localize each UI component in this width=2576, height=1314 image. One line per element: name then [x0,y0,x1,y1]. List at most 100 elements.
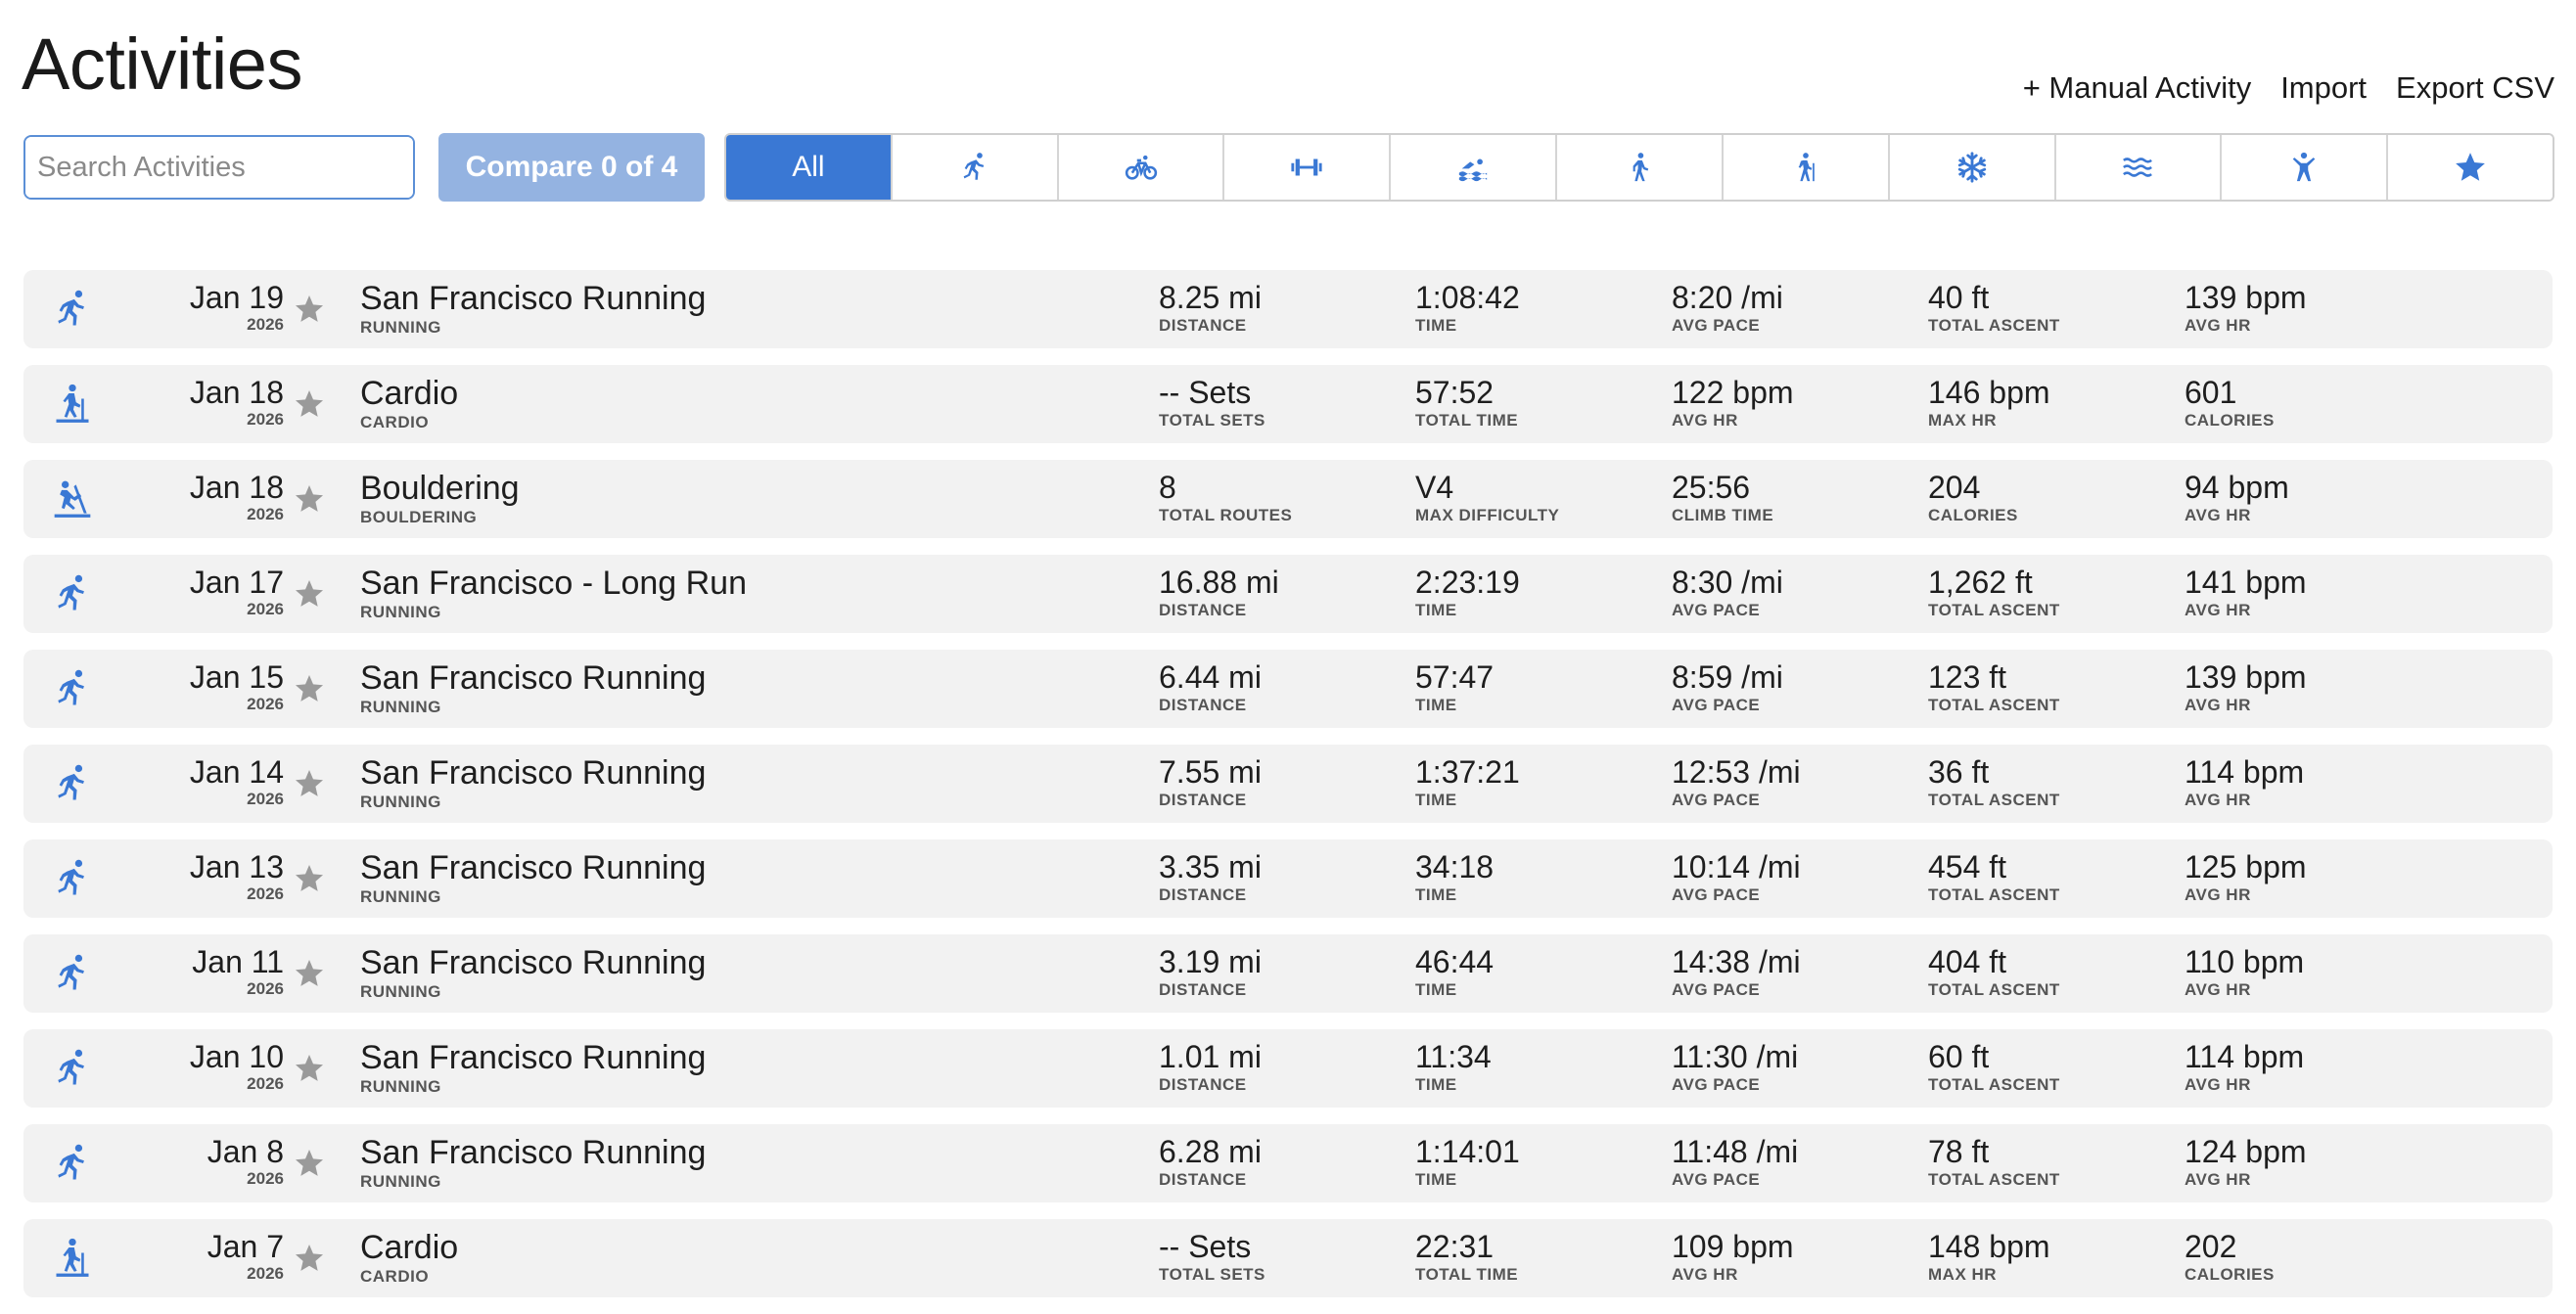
activity-date: Jan 8 2026 [141,1134,284,1189]
activity-title-link[interactable]: San Francisco Running [360,849,706,886]
activity-title-link[interactable]: Bouldering [360,470,520,507]
metric-value: 7.55 mi [1159,754,1262,790]
filter-tab-walking[interactable] [1555,135,1722,200]
activity-row[interactable]: Jan 15 2026 San Francisco Running RUNNIN… [23,650,2553,728]
activity-title-link[interactable]: San Francisco Running [360,280,706,317]
activity-metric: 124 bpm AVG HR [2185,1134,2307,1191]
activity-metric: 11:34 TIME [1415,1039,1492,1096]
activity-row[interactable]: Jan 10 2026 San Francisco Running RUNNIN… [23,1029,2553,1108]
metric-value: 404 ft [1928,944,2007,979]
activity-title-link[interactable]: San Francisco Running [360,1039,706,1076]
activity-name: San Francisco Running RUNNING [360,754,706,813]
import-link[interactable]: Import [2280,70,2367,106]
metric-label: AVG HR [2185,791,2251,809]
favorite-star-icon[interactable] [294,768,325,799]
metric-label: TOTAL ASCENT [1928,980,2060,999]
metric-value: 36 ft [1928,754,1990,790]
activity-row[interactable]: Jan 17 2026 San Francisco - Long Run RUN… [23,555,2553,633]
filter-tab-swimming[interactable] [1389,135,1556,200]
favorite-star-icon[interactable] [294,673,325,704]
cardio-icon [51,383,94,426]
metric-label: TOTAL ASCENT [1928,1075,2060,1094]
activity-row[interactable]: Jan 18 2026 Bouldering BOULDERING 8 TOTAL… [23,460,2553,538]
activity-date: Jan 19 2026 [141,280,284,335]
activity-title-link[interactable]: San Francisco - Long Run [360,565,747,602]
activity-type-label: RUNNING [360,887,441,906]
metric-value: 3.35 mi [1159,849,1262,884]
activity-name: San Francisco Running RUNNING [360,849,706,908]
activity-metric: 146 bpm MAX HR [1928,375,2050,431]
metric-label: MAX HR [1928,411,1998,430]
favorite-star-icon[interactable] [294,294,325,325]
favorite-star-icon[interactable] [294,958,325,989]
running-icon [51,288,94,331]
manual-activity-link[interactable]: + Manual Activity [2023,70,2251,106]
activity-row[interactable]: Jan 18 2026 Cardio CARDIO -- Sets TOTAL S… [23,365,2553,443]
activity-title-link[interactable]: San Francisco Running [360,944,706,981]
activity-name: San Francisco - Long Run RUNNING [360,565,747,623]
activity-date-year: 2026 [247,790,284,808]
activity-date-day: Jan 14 [189,754,284,790]
activity-title-link[interactable]: Cardio [360,1229,458,1266]
metric-label: AVG PACE [1672,1075,1761,1094]
filter-tab-all[interactable]: All [726,135,891,200]
activity-title-link[interactable]: San Francisco Running [360,1134,706,1171]
favorite-star-icon[interactable] [294,578,325,610]
activity-row[interactable]: Jan 14 2026 San Francisco Running RUNNIN… [23,745,2553,823]
activity-date-day: Jan 13 [189,849,284,884]
search-input[interactable] [25,137,413,198]
walking-icon [1633,153,1649,182]
activity-row[interactable]: Jan 19 2026 San Francisco Running RUNNIN… [23,270,2553,348]
metric-value: 146 bpm [1928,375,2050,410]
filter-tab-cycling[interactable] [1056,135,1223,200]
metric-value: 11:30 /mi [1672,1039,1799,1074]
favorite-star-icon[interactable] [294,1053,325,1084]
metric-label: TIME [1415,791,1457,809]
activity-metric: 10:14 /mi AVG PACE [1672,849,1801,906]
favorite-star-icon[interactable] [294,1243,325,1274]
activity-metric: 141 bpm AVG HR [2185,565,2307,621]
metric-value: 25:56 [1672,470,1751,505]
activity-date: Jan 7 2026 [141,1229,284,1284]
filter-tab-other[interactable] [2220,135,2387,200]
activity-row[interactable]: Jan 7 2026 Cardio CARDIO -- Sets TOTAL SE… [23,1219,2553,1297]
activity-date: Jan 17 2026 [141,565,284,619]
activity-metric: 1,262 ft TOTAL ASCENT [1928,565,2060,621]
activity-row[interactable]: Jan 8 2026 San Francisco Running RUNNING… [23,1124,2553,1202]
activity-title-link[interactable]: Cardio [360,375,458,412]
activity-metric: 6.44 mi DISTANCE [1159,659,1262,716]
export-csv-link[interactable]: Export CSV [2396,70,2554,106]
favorite-star-icon[interactable] [294,483,325,515]
favorite-star-icon[interactable] [294,863,325,894]
metric-value: V4 [1415,470,1454,505]
metric-label: AVG HR [2185,885,2251,904]
metric-value: 8 [1159,470,1176,505]
filter-tab-hiking[interactable] [1721,135,1888,200]
activity-date-year: 2026 [247,695,284,713]
activity-metric: 122 bpm AVG HR [1672,375,1794,431]
metric-value: 202 [2185,1229,2237,1264]
activity-title-link[interactable]: San Francisco Running [360,754,706,792]
filter-tab-strength[interactable] [1222,135,1390,200]
activity-row[interactable]: Jan 13 2026 San Francisco Running RUNNIN… [23,839,2553,918]
filter-tab-all-label: All [792,151,825,183]
running-icon [51,762,94,805]
activity-metric: 114 bpm AVG HR [2185,754,2304,811]
favorite-star-icon[interactable] [294,388,325,420]
activity-type-label: CARDIO [360,1267,430,1286]
metric-value: 204 [1928,470,1981,505]
filter-tab-running[interactable] [890,135,1057,200]
metric-label: DISTANCE [1159,980,1247,999]
compare-button[interactable]: Compare 0 of 4 [438,133,705,202]
activity-title-link[interactable]: San Francisco Running [360,659,706,697]
filter-tab-winter[interactable] [1887,135,2054,200]
activity-metric: 60 ft TOTAL ASCENT [1928,1039,2060,1096]
activity-metric: 1:37:21 TIME [1415,754,1520,811]
filter-tab-water[interactable] [2053,135,2221,200]
activity-row[interactable]: Jan 11 2026 San Francisco Running RUNNIN… [23,934,2553,1013]
metric-label: TOTAL SETS [1159,1265,1265,1284]
metric-value: -- Sets [1159,375,1252,410]
filter-tab-favorites[interactable] [2386,135,2553,200]
metric-value: 57:47 [1415,659,1495,695]
favorite-star-icon[interactable] [294,1148,325,1179]
